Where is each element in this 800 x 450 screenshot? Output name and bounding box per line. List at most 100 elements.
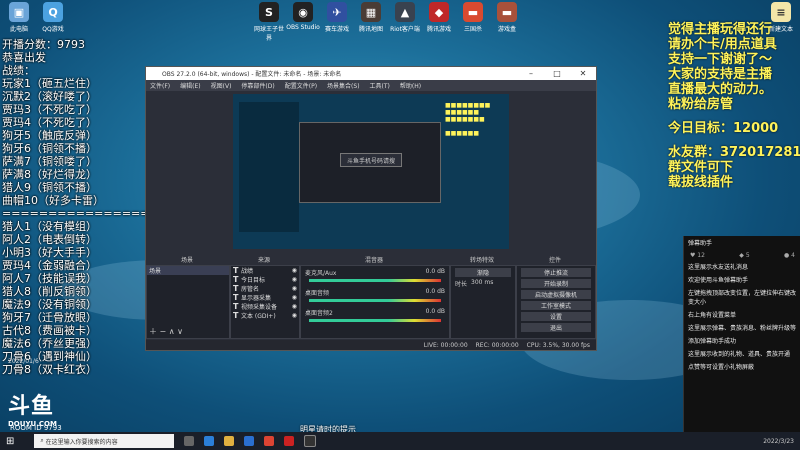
- minimize-icon[interactable]: –: [518, 69, 544, 78]
- chat-message: 左键拖拽顶部改变位置，左键拉伸右键改变大小: [688, 290, 797, 306]
- qq-icon: Q: [43, 2, 63, 22]
- eye-icon[interactable]: ◉: [292, 294, 297, 301]
- app-icon[interactable]: [284, 436, 295, 446]
- notice-line: 支持一下谢谢了～: [668, 52, 773, 67]
- eye-icon[interactable]: ◉: [292, 267, 297, 274]
- close-icon[interactable]: ✕: [570, 69, 596, 78]
- menu-item[interactable]: 场景集合(S): [327, 81, 360, 90]
- control-button[interactable]: 启动虚拟摄像机: [521, 290, 591, 299]
- sources-header: 来源: [257, 257, 270, 264]
- desktop-icon-qq-games[interactable]: Q QQ游戏: [36, 2, 70, 33]
- source-item[interactable]: T 文本 (GDI+) ◉: [231, 311, 299, 320]
- eye-icon[interactable]: ◉: [292, 285, 297, 292]
- preview-nested-window: 斗鱼手机号码请搜: [299, 122, 441, 203]
- desktop-icon-this-pc[interactable]: ▣ 此电脑: [2, 2, 36, 33]
- date-label: 2022/01/6: [8, 358, 39, 365]
- duration-field[interactable]: 300 ms: [471, 279, 493, 288]
- desktop-icon[interactable]: ◉ OBS Studio: [286, 2, 320, 42]
- stat-line: 小明3（好大手手）: [2, 246, 97, 259]
- task-view-icon[interactable]: [184, 436, 195, 446]
- stat-line: 猎人9（铜领不播）: [2, 181, 97, 194]
- control-button[interactable]: 设置: [521, 312, 591, 321]
- stat-line: 贾玛4（金弱融合）: [2, 259, 97, 272]
- desktop-icon[interactable]: ◆ 腾讯游戏: [422, 2, 456, 42]
- folder-icon[interactable]: [224, 436, 235, 446]
- menu-item[interactable]: 编辑(E): [180, 81, 200, 90]
- control-button[interactable]: 开始录制: [521, 279, 591, 288]
- taskbar: ⊞ ⌕ 在这里输入你要搜索的内容 2022/3/23: [0, 432, 800, 450]
- menu-item[interactable]: 停靠部件(D): [241, 81, 274, 90]
- transition-select[interactable]: 渐隐: [455, 268, 511, 277]
- scene-item[interactable]: 场景: [147, 266, 229, 275]
- text-source-icon: T: [233, 293, 239, 302]
- obs-taskbar-icon[interactable]: [304, 435, 317, 447]
- danmaku-assistant-panel[interactable]: 弹幕助手 ♥ 12 ◆ 5 ● 4 这里展示水友送礼消息 欢迎使用斗鱼弹幕助手 左键…: [683, 236, 800, 432]
- text-source-icon: T: [233, 275, 239, 284]
- app-icon: ✈: [327, 2, 347, 22]
- control-button[interactable]: 停止推流: [521, 268, 591, 277]
- stat-line: 玩家1（砸五烂住）: [2, 77, 97, 90]
- text-source-icon: T: [233, 266, 239, 275]
- chat-message: 点赞等可设置小礼物屏蔽: [688, 364, 755, 371]
- mixer-channel[interactable]: 桌面音频 0.0 dB: [301, 286, 449, 306]
- desktop-icon[interactable]: ▲ Riot客户端: [388, 2, 422, 42]
- notice-line: 今日目标：12000: [668, 121, 779, 136]
- scenes-header: 场景: [180, 257, 193, 264]
- stat-line: 猎人8（削反铜领）: [2, 285, 97, 298]
- app-icon: ▬: [497, 2, 517, 22]
- desktop-icon[interactable]: S 网球王子世界: [252, 2, 286, 42]
- preview-caption: 斗鱼手机号码请搜: [340, 153, 402, 167]
- status-text: CPU: 3.5%, 30.00 fps: [526, 341, 590, 349]
- stat-line: 沉默2（滚好喽了）: [2, 90, 97, 103]
- store-icon[interactable]: [244, 436, 255, 446]
- source-item[interactable]: T 房管名 ◉: [231, 284, 299, 293]
- windows-start-icon[interactable]: ⊞: [6, 436, 14, 447]
- mixer-channel[interactable]: 桌面音频2 0.0 dB: [301, 306, 449, 326]
- notice-line: 载拔线插件: [668, 175, 734, 190]
- mixer-dock: 麦克风/Aux 0.0 dB 桌面音频 0.0 dB 桌面音频2 0.0 dB: [300, 265, 450, 339]
- eye-icon[interactable]: ◉: [292, 303, 297, 310]
- gift-icon: ◆ 5: [739, 252, 750, 259]
- menu-item[interactable]: 文件(F): [150, 81, 170, 90]
- stream-stats-overlay: 开播分数：9793 恭喜出发 战绩： 玩家1（砸五烂住） 沉默2（滚好喽了） 贾玛3（不…: [2, 38, 159, 376]
- desktop-icon[interactable]: ▬ 三国杀: [456, 2, 490, 42]
- source-item[interactable]: T 显示器采集 ◉: [231, 293, 299, 302]
- obs-preview[interactable]: ■■■■■■■■ ■■■■■■ ■■■■■■■ ■■■■■■ 斗鱼手机号码请搜: [233, 94, 509, 249]
- desktop-icon[interactable]: ▦ 腾讯地图: [354, 2, 388, 42]
- eye-icon[interactable]: ◉: [292, 312, 297, 319]
- obs-titlebar[interactable]: OBS 27.2.0 (64-bit, windows) - 配置文件: 未命名…: [146, 67, 596, 80]
- stat-line: 魔法6（乔丝更强）: [2, 337, 97, 350]
- chat-counters: ♥ 12 ◆ 5 ● 4: [684, 250, 800, 261]
- chat-message: 这里展示弹幕、贵族消息、粉丝牌升级等: [688, 325, 797, 332]
- menu-item[interactable]: 配置文件(P): [285, 81, 317, 90]
- maximize-icon[interactable]: □: [544, 69, 570, 78]
- stat-line: 贾玛4（不死吃了）: [2, 116, 97, 129]
- control-button[interactable]: 工作室模式: [521, 301, 591, 310]
- desktop-icon[interactable]: ✈ 赛车游戏: [320, 2, 354, 42]
- preview-left-panel: [239, 102, 299, 232]
- source-item[interactable]: T 今日目标 ◉: [231, 275, 299, 284]
- menu-item[interactable]: 帮助(H): [400, 81, 421, 90]
- stat-line: 阿人2（电表倒转）: [2, 233, 97, 246]
- douyu-logo: 斗鱼 DOUYU.COM: [8, 394, 57, 428]
- mixer-channel[interactable]: 麦克风/Aux 0.0 dB: [301, 266, 449, 286]
- menu-item[interactable]: 视图(V): [211, 81, 232, 90]
- app-icon: ▦: [361, 2, 381, 22]
- eye-icon[interactable]: ◉: [292, 276, 297, 283]
- source-item[interactable]: T 战绩 ◉: [231, 266, 299, 275]
- app-icon: ◆: [429, 2, 449, 22]
- window-title: OBS 27.2.0 (64-bit, windows) - 配置文件: 未命名…: [162, 71, 342, 78]
- scene-controls[interactable]: ＋ − ∧ ∨: [149, 326, 183, 337]
- mixer-header: 混音器: [364, 257, 383, 264]
- source-item[interactable]: T 视频采集设备 ◉: [231, 302, 299, 311]
- edge-icon[interactable]: [204, 436, 215, 446]
- taskbar-search[interactable]: ⌕ 在这里输入你要搜索的内容: [34, 434, 175, 448]
- desktop-icon[interactable]: ▬ 游戏盒: [490, 2, 524, 42]
- menu-item[interactable]: 工具(T): [370, 81, 390, 90]
- control-button[interactable]: 退出: [521, 323, 591, 332]
- chat-message: 右上角有设置菜单: [688, 312, 737, 319]
- obs-window[interactable]: OBS 27.2.0 (64-bit, windows) - 配置文件: 未命名…: [145, 66, 597, 351]
- status-text: LIVE: 00:00:00: [423, 341, 468, 349]
- notice-line: 直播最大的动力。: [668, 82, 773, 97]
- app-icon[interactable]: [264, 436, 275, 446]
